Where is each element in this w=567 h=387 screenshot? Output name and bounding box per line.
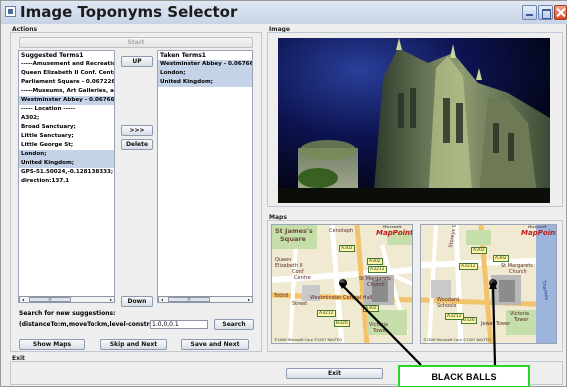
annotation-callout: BLACK BALLS	[398, 365, 530, 387]
callout-text: BLACK BALLS	[431, 372, 497, 382]
annotation-arrows	[339, 281, 497, 366]
app-window: Image Toponyms Selector Actions Start Su…	[0, 0, 567, 387]
